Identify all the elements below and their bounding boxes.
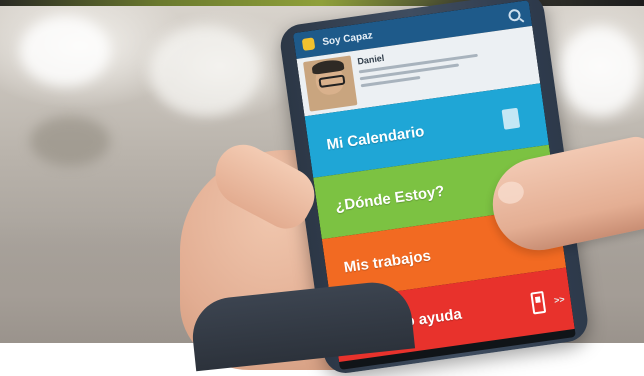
bokeh-light [20, 16, 110, 86]
app-logo-icon [301, 37, 316, 51]
app-title: Soy Capaz [321, 29, 374, 48]
profile-text: Daniel [357, 40, 480, 88]
search-icon[interactable] [507, 8, 522, 22]
fingernail [495, 179, 526, 207]
bokeh-light [150, 26, 260, 116]
menu-item-label: Mi Calendario [325, 122, 426, 154]
phone-icon [530, 290, 547, 315]
bokeh-shadow [30, 116, 110, 166]
glasses-shape [318, 74, 346, 89]
chevron-icon: >> [553, 294, 566, 306]
menu-item-label: ¿Dónde Estoy? [334, 182, 446, 215]
menu-item-label: Mis trabajos [342, 246, 432, 276]
calendar-icon [501, 107, 521, 130]
avatar [302, 55, 358, 112]
